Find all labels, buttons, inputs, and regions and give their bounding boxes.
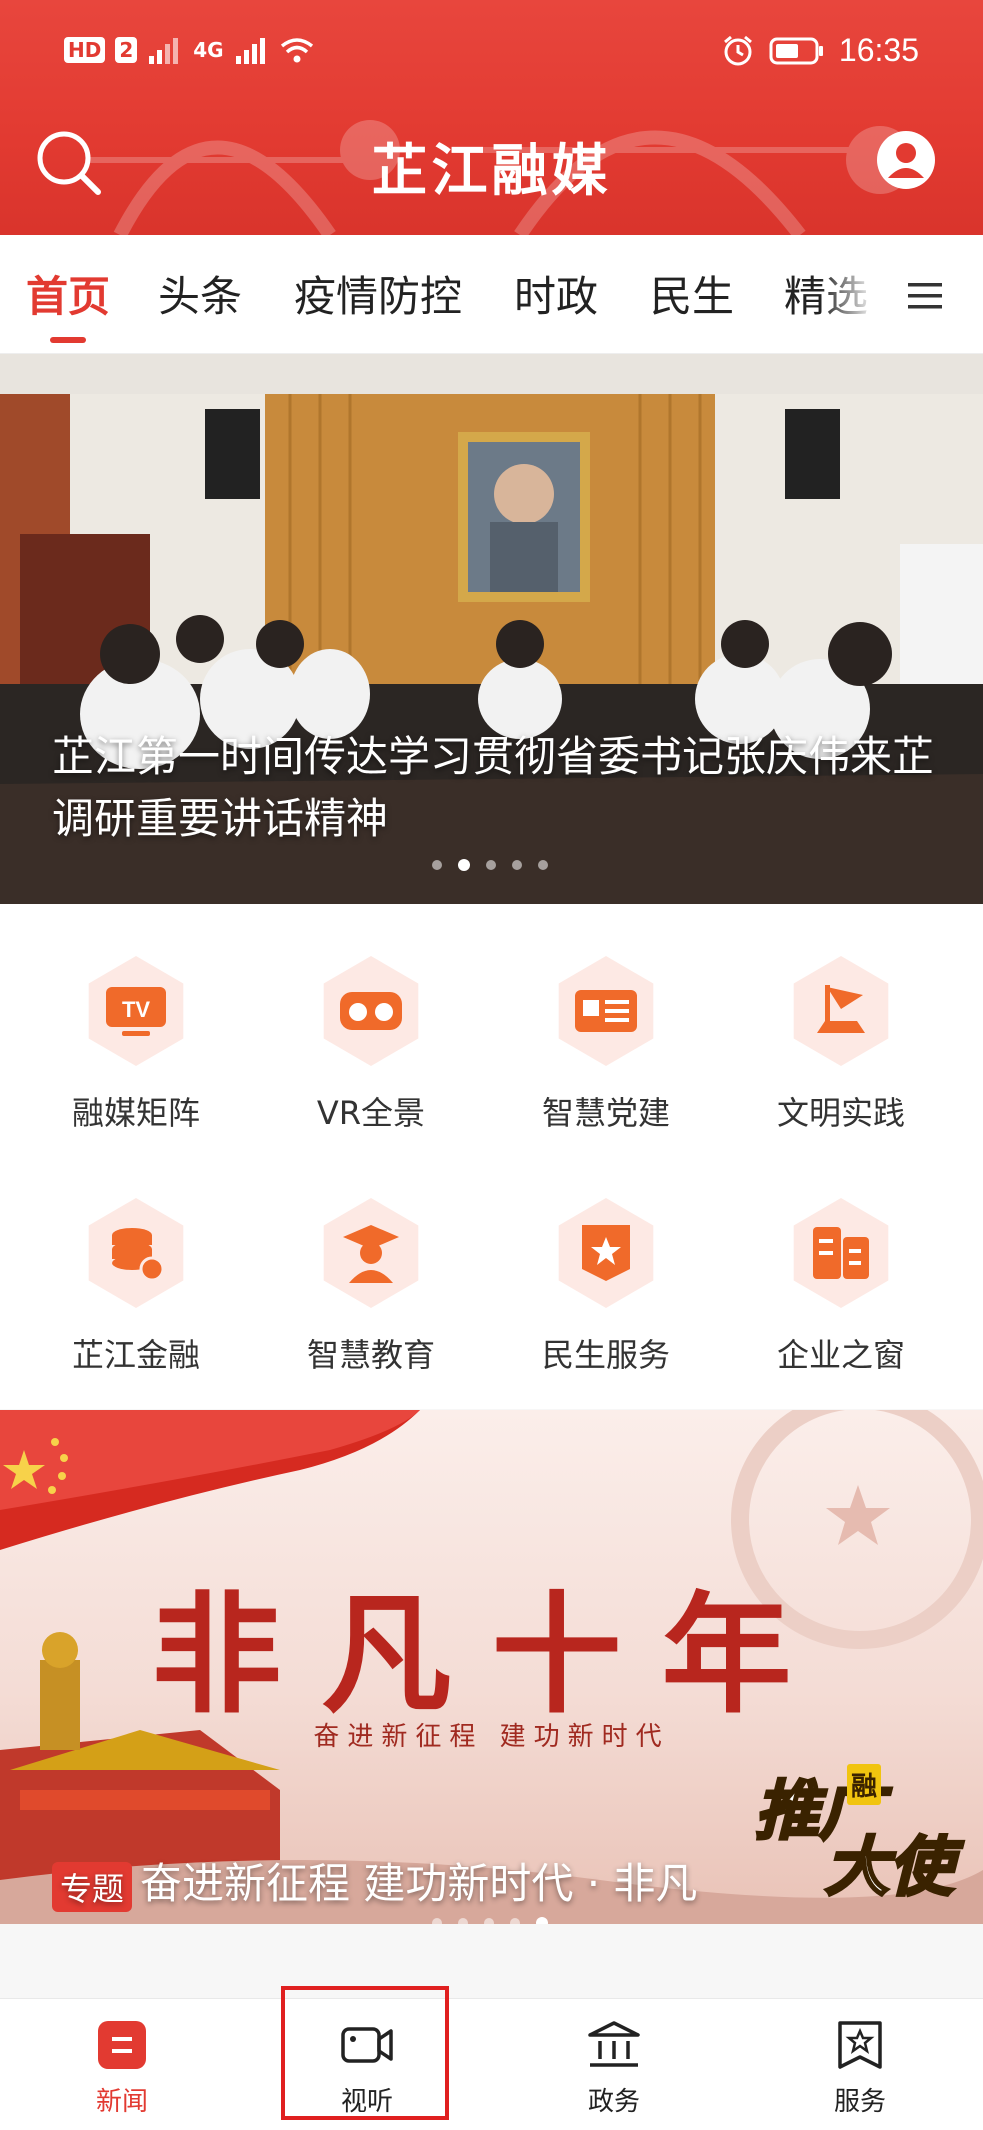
graduate-icon — [343, 1225, 399, 1283]
nav-service[interactable]: 服务 — [770, 2009, 950, 2118]
feature-education[interactable]: 智慧教育 — [271, 1198, 471, 1376]
hex-bg — [793, 1198, 889, 1308]
status-time: 16:35 — [838, 32, 919, 68]
feature-label: 融媒矩阵 — [71, 1094, 200, 1132]
star-badge-icon — [582, 1225, 630, 1281]
nav-government[interactable]: 政务 — [524, 2009, 704, 2118]
nav-label: 政务 — [587, 2087, 640, 2117]
news-icon — [98, 2021, 146, 2069]
service-star-icon — [838, 2021, 882, 2069]
hex-bg — [323, 956, 419, 1066]
hero-carousel[interactable]: 芷江第一时间传达学习贯彻省委书记张庆伟来芷调研重要讲话精神 — [0, 354, 983, 904]
signal-icon — [149, 38, 179, 64]
building-icon — [813, 1227, 869, 1279]
feature-vr[interactable]: VR全景 — [271, 956, 471, 1134]
tab-home[interactable]: 首页 — [26, 263, 110, 324]
hex-bg — [88, 1198, 184, 1308]
alarm-icon — [723, 35, 752, 65]
tv-icon: TV — [106, 987, 166, 1036]
feature-party-building[interactable]: 智慧党建 — [506, 956, 706, 1134]
pagination-dot — [432, 1918, 442, 1924]
nav-news[interactable]: 新闻 — [32, 2009, 212, 2118]
vr-glasses-icon — [340, 992, 402, 1030]
battery-icon — [769, 37, 823, 64]
feature-finance[interactable]: 芷江金融 — [36, 1198, 236, 1376]
pagination-dot — [486, 860, 496, 870]
wifi-icon — [280, 38, 313, 63]
tab-headlines[interactable]: 头条 — [158, 263, 242, 324]
feature-label: 民生服务 — [541, 1336, 670, 1374]
pagination-dot — [484, 1918, 494, 1924]
hero-title[interactable]: 芷江第一时间传达学习贯彻省委书记张庆伟来芷调研重要讲话精神 — [52, 726, 943, 850]
pagination-dot — [512, 860, 522, 870]
hex-bg — [793, 956, 889, 1066]
tab-fade — [820, 235, 890, 353]
feature-label: 芷江金融 — [71, 1336, 200, 1374]
ambassador-small-tag: 融 — [847, 1764, 882, 1805]
svg-text:TV: TV — [122, 997, 150, 1022]
status-bar: HD 2 4G 16:35 — [0, 0, 983, 110]
government-building-icon — [588, 2021, 640, 2067]
feature-enterprise[interactable]: 企业之窗 — [741, 1198, 941, 1376]
banner-headline: 非凡十年 — [151, 1578, 832, 1731]
app-header: HD 2 4G 16:35 芷江融媒 — [0, 0, 983, 235]
feature-label: 智慧党建 — [541, 1094, 670, 1132]
category-tabs: 首页 头条 疫情防控 时政 民生 精选 — [0, 235, 983, 354]
banner-subheadline: 奋进新征程 建功新时代 — [313, 1722, 670, 1752]
feature-label: 文明实践 — [776, 1094, 905, 1132]
banner-caption[interactable]: 专题 奋进新征程 建功新时代 · 非凡 — [52, 1850, 697, 1912]
pagination-dot — [510, 1918, 520, 1924]
tab-epidemic[interactable]: 疫情防控 — [294, 263, 462, 324]
sim-badge: 2 — [115, 37, 138, 63]
feature-label: 企业之窗 — [776, 1336, 905, 1374]
flag-icon — [817, 985, 865, 1033]
hero-pagination — [432, 859, 548, 871]
feature-media-matrix[interactable]: TV 融媒矩阵 — [36, 956, 236, 1134]
coin-stack-icon — [112, 1228, 165, 1282]
active-tab-indicator — [50, 337, 86, 343]
pagination-dot — [538, 860, 548, 870]
feature-label: 智慧教育 — [306, 1336, 435, 1374]
party-card-icon — [575, 990, 637, 1032]
pagination-dot — [458, 859, 470, 871]
topic-tag: 专题 — [52, 1861, 133, 1912]
banner-pagination — [432, 1917, 548, 1924]
user-icon[interactable] — [876, 130, 936, 190]
hex-bg — [558, 956, 654, 1066]
tab-politics[interactable]: 时政 — [514, 263, 598, 324]
ambassador-text-2: 大使 — [824, 1830, 955, 1907]
feature-civilization[interactable]: 文明实践 — [741, 956, 941, 1134]
tab-livelihood[interactable]: 民生 — [650, 263, 734, 324]
pagination-dot — [536, 1917, 548, 1924]
feature-public-service[interactable]: 民生服务 — [506, 1198, 706, 1376]
pagination-dot — [458, 1918, 468, 1924]
app-title: 芷江融媒 — [371, 139, 612, 204]
hex-bg: TV — [88, 956, 184, 1066]
highlight-box — [281, 1986, 449, 2120]
feature-grid: TV 融媒矩阵 VR全景 智慧党建 文明实践 芷江金融 智慧教育 民生服务 企业… — [0, 904, 983, 1409]
network-type: 4G — [193, 38, 224, 62]
nav-label: 新闻 — [95, 2087, 148, 2117]
topic-banner[interactable]: 非凡十年 奋进新征程 建功新时代 推广 融 大使 专题 奋进新征程 建功新时代 ·… — [0, 1410, 983, 1924]
pagination-dot — [432, 860, 442, 870]
bottom-navigation: 新闻 视听 政务 服务 — [0, 1998, 983, 2130]
signal-icon — [235, 38, 265, 64]
hex-bg — [558, 1198, 654, 1308]
banner-caption-text: 奋进新征程 建功新时代 · 非凡 — [140, 1859, 698, 1908]
hd-badge: HD — [64, 37, 106, 63]
feature-label: VR全景 — [316, 1094, 426, 1132]
ambassador-badge: 推广 融 大使 — [754, 1760, 955, 1907]
hex-bg — [323, 1198, 419, 1308]
nav-label: 服务 — [833, 2087, 886, 2117]
hamburger-menu-icon[interactable] — [906, 280, 946, 312]
